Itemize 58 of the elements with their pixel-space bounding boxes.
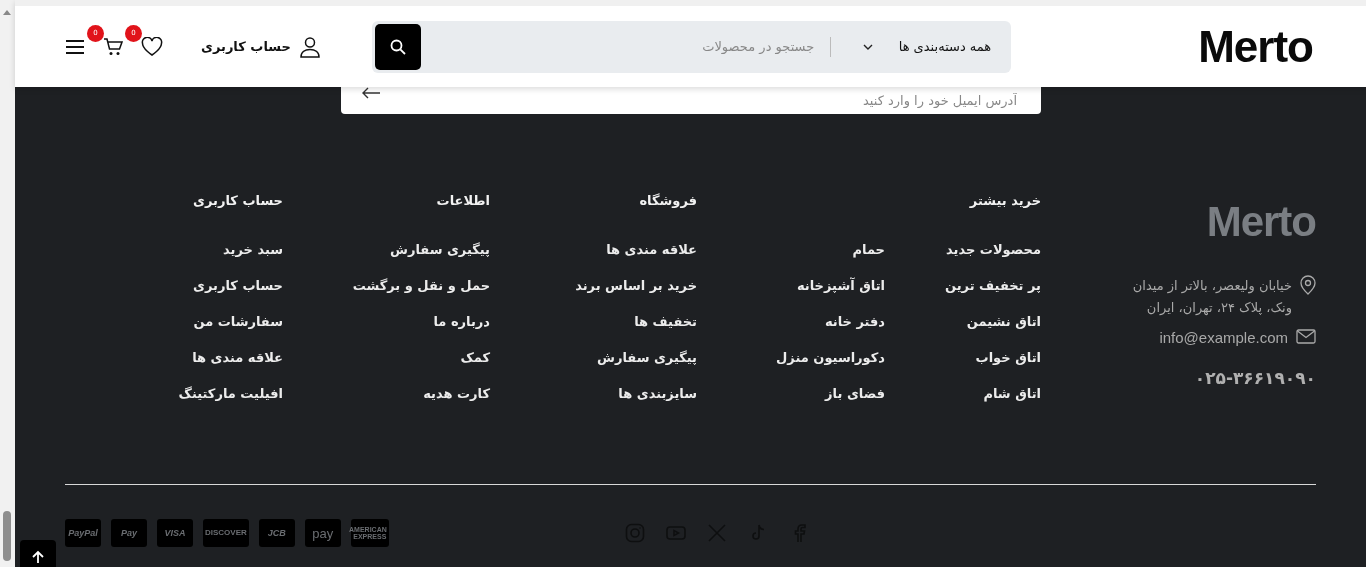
footer-link[interactable]: دکوراسیون منزل: [729, 347, 885, 369]
footer-link[interactable]: سایزبندی ها: [541, 383, 697, 405]
payment-logo: Pay: [111, 519, 147, 547]
footer-link[interactable]: پر تخفیف ترین: [885, 275, 1041, 297]
mail-icon[interactable]: [1296, 329, 1316, 344]
payment-logo: JCB: [258, 519, 295, 547]
scrollbar-thumb[interactable]: [3, 511, 11, 561]
footer-link[interactable]: کمک: [334, 347, 490, 369]
user-icon[interactable]: [298, 35, 321, 58]
footer-link[interactable]: درباره ما: [334, 311, 490, 333]
back-to-top-button[interactable]: [20, 540, 56, 567]
location-pin-icon[interactable]: [1300, 275, 1316, 295]
phone-number: ۰۲۵-۳۶۶۱۹۰۹۰: [1194, 368, 1316, 388]
footer-link[interactable]: سفارشات من: [127, 311, 283, 333]
footer-link[interactable]: محصولات جدید: [885, 239, 1041, 261]
chevron-down-icon[interactable]: [862, 43, 873, 50]
account-link[interactable]: حساب کاربری: [201, 35, 321, 58]
logo[interactable]: Merto: [1206, 201, 1316, 243]
email-field[interactable]: آدرس ایمیل خود را وارد کنید: [341, 87, 1041, 114]
footer-link[interactable]: دفتر خانه: [729, 311, 885, 333]
email-link[interactable]: info@example.com: [1159, 329, 1288, 346]
heart-icon[interactable]: [141, 36, 163, 57]
menu-icon[interactable]: [65, 38, 85, 55]
cart-icon[interactable]: [103, 36, 123, 57]
search-field[interactable]: جستجو در محصولات: [421, 39, 831, 54]
footer-link[interactable]: حمام: [729, 239, 885, 261]
address-text: خیابان ولیعصر، بالاتر از میدان ونک، پلاک ۲۴، تهران، ایران: [1131, 277, 1292, 318]
logo[interactable]: Merto: [1198, 24, 1313, 69]
arrow-up-icon: [31, 550, 45, 564]
footer-link[interactable]: افیلیت مارکتینگ: [127, 383, 283, 405]
column-heading: خرید بیشتر: [968, 193, 1041, 210]
footer-link[interactable]: سبد خرید: [127, 239, 283, 261]
footer-link[interactable]: کارت هدیه: [334, 383, 490, 405]
scrollbar[interactable]: [0, 0, 15, 567]
payment-logo: PayPal: [65, 519, 101, 547]
footer-link[interactable]: پیگیری سفارش: [541, 347, 697, 369]
footer-link[interactable]: پیگیری سفارش: [334, 239, 490, 261]
footer-link[interactable]: فضای باز: [729, 383, 885, 405]
footer-link[interactable]: حساب کاربری: [127, 275, 283, 297]
footer-link[interactable]: حمل و نقل و برگشت: [334, 275, 490, 297]
footer-link[interactable]: اتاق شام: [885, 383, 1041, 405]
footer-link[interactable]: خرید بر اساس برند: [541, 275, 697, 297]
payment-logo: VISA: [157, 519, 193, 547]
search-icon[interactable]: [390, 38, 407, 55]
footer-link[interactable]: تخفیف ها: [541, 311, 697, 333]
category-dropdown[interactable]: همه دسته‌بندی ها: [831, 20, 1012, 73]
payment-logo: DISCOVER: [203, 519, 249, 547]
column-heading: فروشگاه: [638, 193, 697, 210]
footer-link[interactable]: اتاق نشیمن: [885, 311, 1041, 333]
footer-link[interactable]: اتاق خواب: [885, 347, 1041, 369]
search-button[interactable]: [375, 23, 422, 70]
footer-link[interactable]: اتاق آشپزخانه: [729, 275, 885, 297]
footer-link[interactable]: علاقه مندی ها: [541, 239, 697, 261]
payment-logo: pay: [304, 519, 341, 547]
arrow-left-icon[interactable]: [361, 87, 381, 99]
column-heading: اطلاعات: [435, 193, 490, 210]
footer-link[interactable]: علاقه مندی ها: [127, 347, 283, 369]
column-heading: حساب کاربری: [192, 193, 283, 210]
